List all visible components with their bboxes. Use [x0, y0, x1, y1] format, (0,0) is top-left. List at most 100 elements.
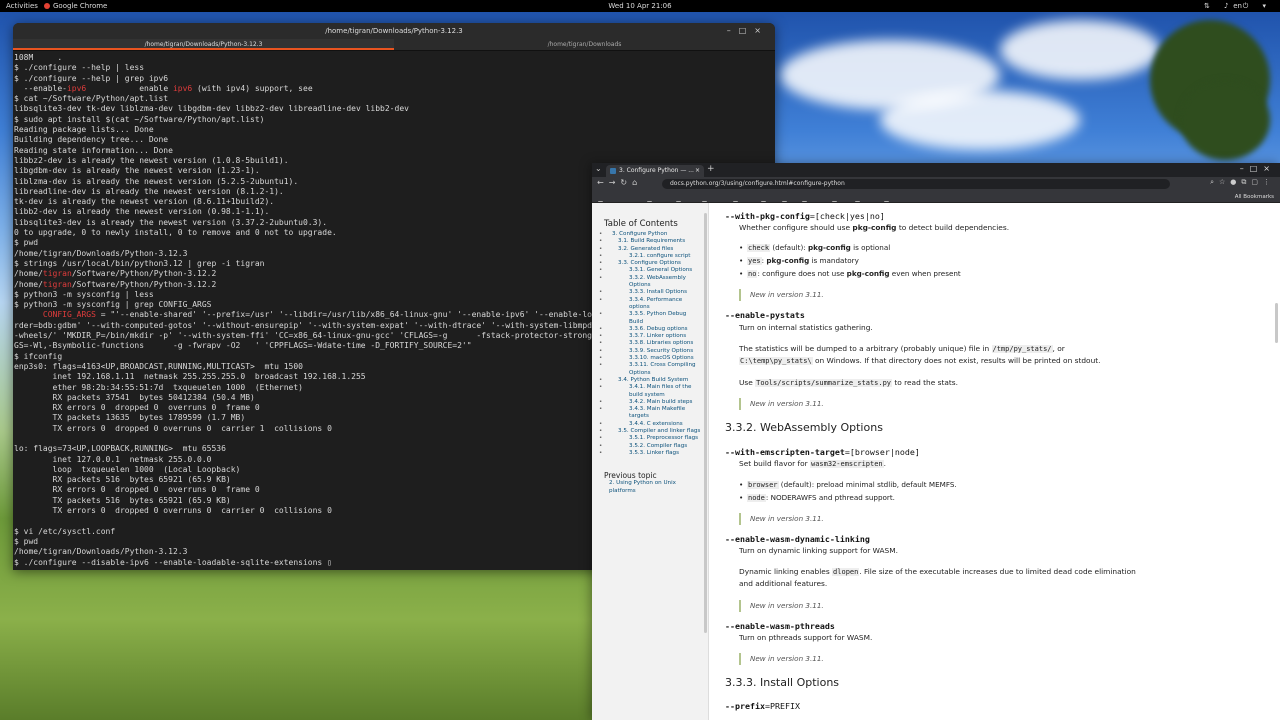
toc-link[interactable]: 3.3.2. WebAssembly Options: [599, 275, 702, 290]
pystats-desc: Turn on internal statistics gathering.: [739, 323, 873, 332]
toc-link[interactable]: 3.2.1. configure script: [599, 253, 702, 261]
wasm-pthreads-desc: Turn on pthreads support for WASM.: [739, 633, 873, 642]
toc-link[interactable]: 3.3.1. General Options: [599, 267, 702, 275]
browser-toolbar: ←→↻⌂ docs.python.org/3/using/configure.h…: [592, 177, 1280, 191]
terminal-text: liblzma-dev is already the newest versio…: [14, 176, 299, 186]
toc-link[interactable]: 3.3.5. Python Debug Build: [599, 311, 702, 326]
terminal-text: TX errors 0 dropped 0 overruns 0 carrier…: [14, 423, 332, 433]
emscripten-desc: Set build flavor for wasm32-emscripten.: [739, 459, 887, 468]
toc-link[interactable]: 3.5.1. Preprocessor flags: [599, 435, 702, 443]
terminal-tab-2[interactable]: /home/tigran/Downloads: [394, 39, 775, 50]
all-bookmarks-button[interactable]: All Bookmarks: [1235, 191, 1274, 202]
terminal-line: Reading state information... Done: [14, 146, 774, 156]
toc-link[interactable]: 3.3. Configure Options: [599, 260, 702, 268]
toc-link[interactable]: 3.3.3. Install Options: [599, 289, 702, 297]
toc-link[interactable]: 3.3.10. macOS Options: [599, 355, 702, 363]
terminal-text: TX packets 516 bytes 65921 (65.9 KB): [14, 495, 231, 505]
terminal-text: Reading state information... Done: [14, 145, 173, 155]
wasm-dyn-paragraph: Dynamic linking enables dlopen. File siz…: [739, 567, 1136, 588]
terminal-text: RX packets 516 bytes 65921 (65.9 KB): [14, 475, 231, 485]
tab-configure-python[interactable]: 3. Configure Python — ... ×: [606, 165, 704, 177]
chrome-window[interactable]: ⌄ 3. Configure Python — ... × + –□× ←→↻⌂…: [592, 163, 1280, 720]
toc-link[interactable]: 3.4.3. Main Makefile targets: [599, 406, 702, 421]
terminal-line: $ ./configure --help | less: [14, 63, 774, 73]
toc-link[interactable]: 3.3.6. Debug options: [599, 326, 702, 334]
doc-main: --with-pkg-config=[check|yes|no] Whether…: [725, 203, 1280, 720]
version-added-note: New in version 3.11.: [739, 600, 824, 612]
focused-app-menu[interactable]: Google Chrome: [44, 0, 107, 12]
sidebar-scrollbar[interactable]: [704, 213, 707, 633]
version-added-note: New in version 3.11.: [739, 513, 824, 525]
terminal-text: libreadline-dev is already the newest ve…: [14, 186, 284, 196]
extensions-area[interactable]: ⌕☆●⧉▢⋮: [1210, 178, 1275, 187]
toc-link[interactable]: 3.5.2. Compiler flags: [599, 443, 702, 451]
toc-link[interactable]: 3.3.7. Linker options: [599, 333, 702, 341]
terminal-text: libb2-dev is already the newest version …: [14, 207, 270, 217]
nav-buttons[interactable]: ←→↻⌂: [597, 178, 642, 187]
terminal-text: 0 to upgrade, 0 to newly install, 0 to r…: [14, 228, 337, 238]
option-prefix: --prefix=PREFIX: [725, 701, 800, 711]
new-tab-button[interactable]: +: [707, 164, 715, 174]
toc-link[interactable]: 3.1. Build Requirements: [599, 238, 702, 246]
previous-topic-link[interactable]: 2. Using Python on Unix platforms: [604, 480, 702, 495]
toc-link[interactable]: 3.4.1. Main files of the build system: [599, 384, 702, 399]
terminal-highlight: tigran: [42, 279, 72, 289]
list-item: check (default): pkg-config is optional: [739, 243, 890, 252]
terminal-tabs: /home/tigran/Downloads/Python-3.12.3 /ho…: [13, 39, 775, 51]
toc-link[interactable]: 3.3.11. Cross Compiling Options: [599, 362, 702, 377]
bookmarks-bar: Bibles.org.ukBanksTechLOCALMusicUBULT450…: [592, 191, 1280, 203]
tab-title: 3. Configure Python — ...: [619, 167, 694, 174]
toc-link[interactable]: 3.4.4. C extensions: [599, 421, 702, 429]
top-panel: Activities Google Chrome Wed 10 Apr 21:0…: [0, 0, 1280, 12]
window-controls[interactable]: –□×: [1240, 164, 1276, 173]
tab-search-icon[interactable]: ⌄: [595, 164, 602, 173]
page-scrollbar[interactable]: [1275, 303, 1278, 343]
terminal-line: $ cat ~/Software/Python/apt.list: [14, 94, 774, 104]
terminal-text: libbz2-dev is already the newest version…: [14, 155, 289, 165]
toc-link[interactable]: 3.4.2. Main build steps: [599, 399, 702, 407]
terminal-text: lo: flags=73<UP,LOOPBACK,RUNNING> mtu 65…: [14, 444, 226, 454]
toc-link[interactable]: 3.5.3. Linker flags: [599, 450, 702, 458]
terminal-text: $ python3 -m sysconfig | less: [14, 289, 154, 299]
toc-link[interactable]: 3.3.9. Security Options: [599, 348, 702, 356]
terminal-text: $ ./configure --help | less: [14, 63, 145, 73]
terminal-titlebar[interactable]: /home/tigran/Downloads/Python-3.12.3 –□×: [13, 23, 775, 39]
option-enable-wasm-pthreads: --enable-wasm-pthreads: [725, 621, 835, 631]
toc-link[interactable]: 3. Configure Python: [599, 231, 702, 239]
toc-link[interactable]: 3.2. Generated files: [599, 246, 702, 254]
clock[interactable]: Wed 10 Apr 21:06: [600, 0, 680, 12]
window-controls[interactable]: –□×: [727, 23, 769, 39]
wasm-dyn-desc: Turn on dynamic linking support for WASM…: [739, 546, 898, 555]
terminal-line: $ sudo apt install $(cat ~/Software/Pyth…: [14, 115, 774, 125]
toc-heading: Table of Contents: [604, 219, 678, 229]
terminal-text: /home/: [14, 279, 43, 289]
terminal-tab-1[interactable]: /home/tigran/Downloads/Python-3.12.3: [13, 39, 394, 50]
sidebar: Table of Contents 3. Configure Python3.1…: [592, 203, 709, 720]
tab-strip: ⌄ 3. Configure Python — ... × + –□×: [592, 163, 1280, 177]
terminal-text: $ sudo apt install $(cat ~/Software/Pyth…: [14, 114, 265, 124]
toc-link[interactable]: 3.3.8. Libraries options: [599, 340, 702, 348]
terminal-text: /home/tigran/Downloads/Python-3.12.3: [14, 248, 188, 258]
list-item: no: configure does not use pkg-config ev…: [739, 269, 961, 278]
previous-topic-heading: Previous topic: [604, 471, 657, 481]
terminal-text: Reading package lists... Done: [14, 125, 154, 135]
toc-link[interactable]: 3.4. Python Build System: [599, 377, 702, 385]
terminal-highlight: ipv6: [66, 83, 87, 93]
system-tray[interactable]: ⇅ ♪ ⏻ ▾: [1204, 0, 1272, 12]
terminal-text: libsqlite3-dev tk-dev liblzma-dev libgdb…: [14, 104, 409, 114]
terminal-text: enp3s0: flags=4163<UP,BROADCAST,RUNNING,…: [14, 361, 303, 371]
terminal-text: $ vi /etc/sysctl.conf: [14, 526, 116, 536]
close-tab-icon[interactable]: ×: [695, 165, 700, 177]
activities-button[interactable]: Activities: [6, 0, 38, 12]
toc-link[interactable]: 3.5. Compiler and linker flags: [599, 428, 702, 436]
terminal-text: RX packets 37541 bytes 50412384 (50.4 MB…: [14, 392, 255, 402]
terminal-line: Reading package lists... Done: [14, 125, 774, 135]
version-added-note: New in version 3.11.: [739, 653, 824, 665]
heading-webassembly-options: 3.3.2. WebAssembly Options: [725, 421, 883, 434]
terminal-text: $ strings /usr/local/bin/python3.12 | gr…: [14, 258, 265, 268]
address-bar[interactable]: docs.python.org/3/using/configure.html#c…: [662, 179, 1170, 189]
url-text: docs.python.org/3/using/configure.html#c…: [670, 180, 845, 187]
toc-link[interactable]: 3.3.4. Performance options: [599, 297, 702, 312]
version-added-note: New in version 3.11.: [739, 398, 824, 410]
